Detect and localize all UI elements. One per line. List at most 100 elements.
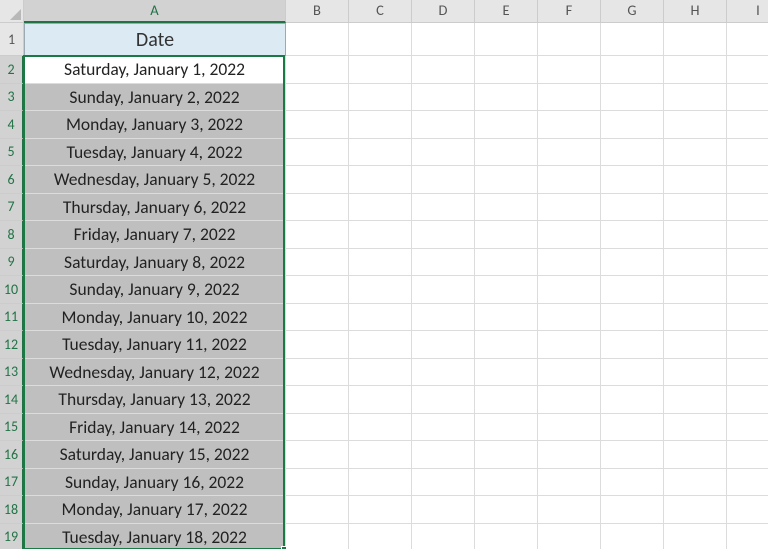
cell-C8[interactable] xyxy=(349,221,412,249)
row-header-16[interactable]: 16 xyxy=(0,441,24,469)
cell-C3[interactable] xyxy=(349,84,412,112)
row-header-13[interactable]: 13 xyxy=(0,359,24,387)
cell-B18[interactable] xyxy=(286,496,349,524)
row-header-8[interactable]: 8 xyxy=(0,221,24,249)
column-header-I[interactable]: I xyxy=(727,0,768,23)
cell-B12[interactable] xyxy=(286,331,349,359)
column-header-E[interactable]: E xyxy=(475,0,538,23)
cell-B17[interactable] xyxy=(286,469,349,497)
cell-I6[interactable] xyxy=(727,166,768,194)
cell-D19[interactable] xyxy=(412,524,475,549)
column-header-F[interactable]: F xyxy=(538,0,601,23)
cell-H12[interactable] xyxy=(664,331,727,359)
cell-G4[interactable] xyxy=(601,111,664,139)
cell-E3[interactable] xyxy=(475,84,538,112)
cell-B13[interactable] xyxy=(286,359,349,387)
cell-I3[interactable] xyxy=(727,84,768,112)
cell-F15[interactable] xyxy=(538,414,601,442)
cell-D18[interactable] xyxy=(412,496,475,524)
cell-A2[interactable]: Saturday, January 1, 2022 xyxy=(24,56,286,84)
cell-C10[interactable] xyxy=(349,276,412,304)
cell-A10[interactable]: Sunday, January 9, 2022 xyxy=(24,276,286,304)
cell-C12[interactable] xyxy=(349,331,412,359)
cell-B6[interactable] xyxy=(286,166,349,194)
cell-D15[interactable] xyxy=(412,414,475,442)
cell-I12[interactable] xyxy=(727,331,768,359)
cell-H9[interactable] xyxy=(664,249,727,277)
cell-G8[interactable] xyxy=(601,221,664,249)
cell-G19[interactable] xyxy=(601,524,664,549)
cell-D6[interactable] xyxy=(412,166,475,194)
cell-G18[interactable] xyxy=(601,496,664,524)
cell-A4[interactable]: Monday, January 3, 2022 xyxy=(24,111,286,139)
cell-C18[interactable] xyxy=(349,496,412,524)
cell-H5[interactable] xyxy=(664,139,727,167)
cell-C13[interactable] xyxy=(349,359,412,387)
cell-I10[interactable] xyxy=(727,276,768,304)
column-header-H[interactable]: H xyxy=(664,0,727,23)
cell-C15[interactable] xyxy=(349,414,412,442)
cell-B11[interactable] xyxy=(286,304,349,332)
cell-E6[interactable] xyxy=(475,166,538,194)
cell-H2[interactable] xyxy=(664,56,727,84)
cell-B8[interactable] xyxy=(286,221,349,249)
cell-G2[interactable] xyxy=(601,56,664,84)
cell-A16[interactable]: Saturday, January 15, 2022 xyxy=(24,441,286,469)
cell-F19[interactable] xyxy=(538,524,601,549)
cell-E7[interactable] xyxy=(475,194,538,222)
cell-D3[interactable] xyxy=(412,84,475,112)
cell-A7[interactable]: Thursday, January 6, 2022 xyxy=(24,194,286,222)
cell-B3[interactable] xyxy=(286,84,349,112)
cell-D16[interactable] xyxy=(412,441,475,469)
cell-I2[interactable] xyxy=(727,56,768,84)
cell-F6[interactable] xyxy=(538,166,601,194)
cell-D1[interactable] xyxy=(412,23,475,56)
column-header-C[interactable]: C xyxy=(349,0,412,23)
cell-B7[interactable] xyxy=(286,194,349,222)
cell-H19[interactable] xyxy=(664,524,727,549)
cell-I1[interactable] xyxy=(727,23,768,56)
cell-G16[interactable] xyxy=(601,441,664,469)
cell-I8[interactable] xyxy=(727,221,768,249)
cell-F5[interactable] xyxy=(538,139,601,167)
cell-D7[interactable] xyxy=(412,194,475,222)
cell-I4[interactable] xyxy=(727,111,768,139)
cell-H10[interactable] xyxy=(664,276,727,304)
cell-H13[interactable] xyxy=(664,359,727,387)
cell-H18[interactable] xyxy=(664,496,727,524)
cell-F3[interactable] xyxy=(538,84,601,112)
column-header-D[interactable]: D xyxy=(412,0,475,23)
cell-A15[interactable]: Friday, January 14, 2022 xyxy=(24,414,286,442)
cell-A17[interactable]: Sunday, January 16, 2022 xyxy=(24,469,286,497)
cell-E19[interactable] xyxy=(475,524,538,549)
cell-C9[interactable] xyxy=(349,249,412,277)
cell-C17[interactable] xyxy=(349,469,412,497)
cell-A13[interactable]: Wednesday, January 12, 2022 xyxy=(24,359,286,387)
cell-C2[interactable] xyxy=(349,56,412,84)
row-header-12[interactable]: 12 xyxy=(0,331,24,359)
row-header-4[interactable]: 4 xyxy=(0,111,24,139)
cell-I16[interactable] xyxy=(727,441,768,469)
cell-B4[interactable] xyxy=(286,111,349,139)
cell-C5[interactable] xyxy=(349,139,412,167)
cell-D5[interactable] xyxy=(412,139,475,167)
row-header-19[interactable]: 19 xyxy=(0,524,24,549)
cell-D11[interactable] xyxy=(412,304,475,332)
cell-F16[interactable] xyxy=(538,441,601,469)
cell-B16[interactable] xyxy=(286,441,349,469)
cell-E9[interactable] xyxy=(475,249,538,277)
cell-F1[interactable] xyxy=(538,23,601,56)
row-header-1[interactable]: 1 xyxy=(0,23,24,56)
cell-B1[interactable] xyxy=(286,23,349,56)
cell-I11[interactable] xyxy=(727,304,768,332)
cell-D2[interactable] xyxy=(412,56,475,84)
cell-F12[interactable] xyxy=(538,331,601,359)
cell-I5[interactable] xyxy=(727,139,768,167)
cell-F11[interactable] xyxy=(538,304,601,332)
cell-D10[interactable] xyxy=(412,276,475,304)
row-header-2[interactable]: 2 xyxy=(0,56,24,84)
cell-D12[interactable] xyxy=(412,331,475,359)
cell-B14[interactable] xyxy=(286,386,349,414)
cell-E5[interactable] xyxy=(475,139,538,167)
cell-E17[interactable] xyxy=(475,469,538,497)
